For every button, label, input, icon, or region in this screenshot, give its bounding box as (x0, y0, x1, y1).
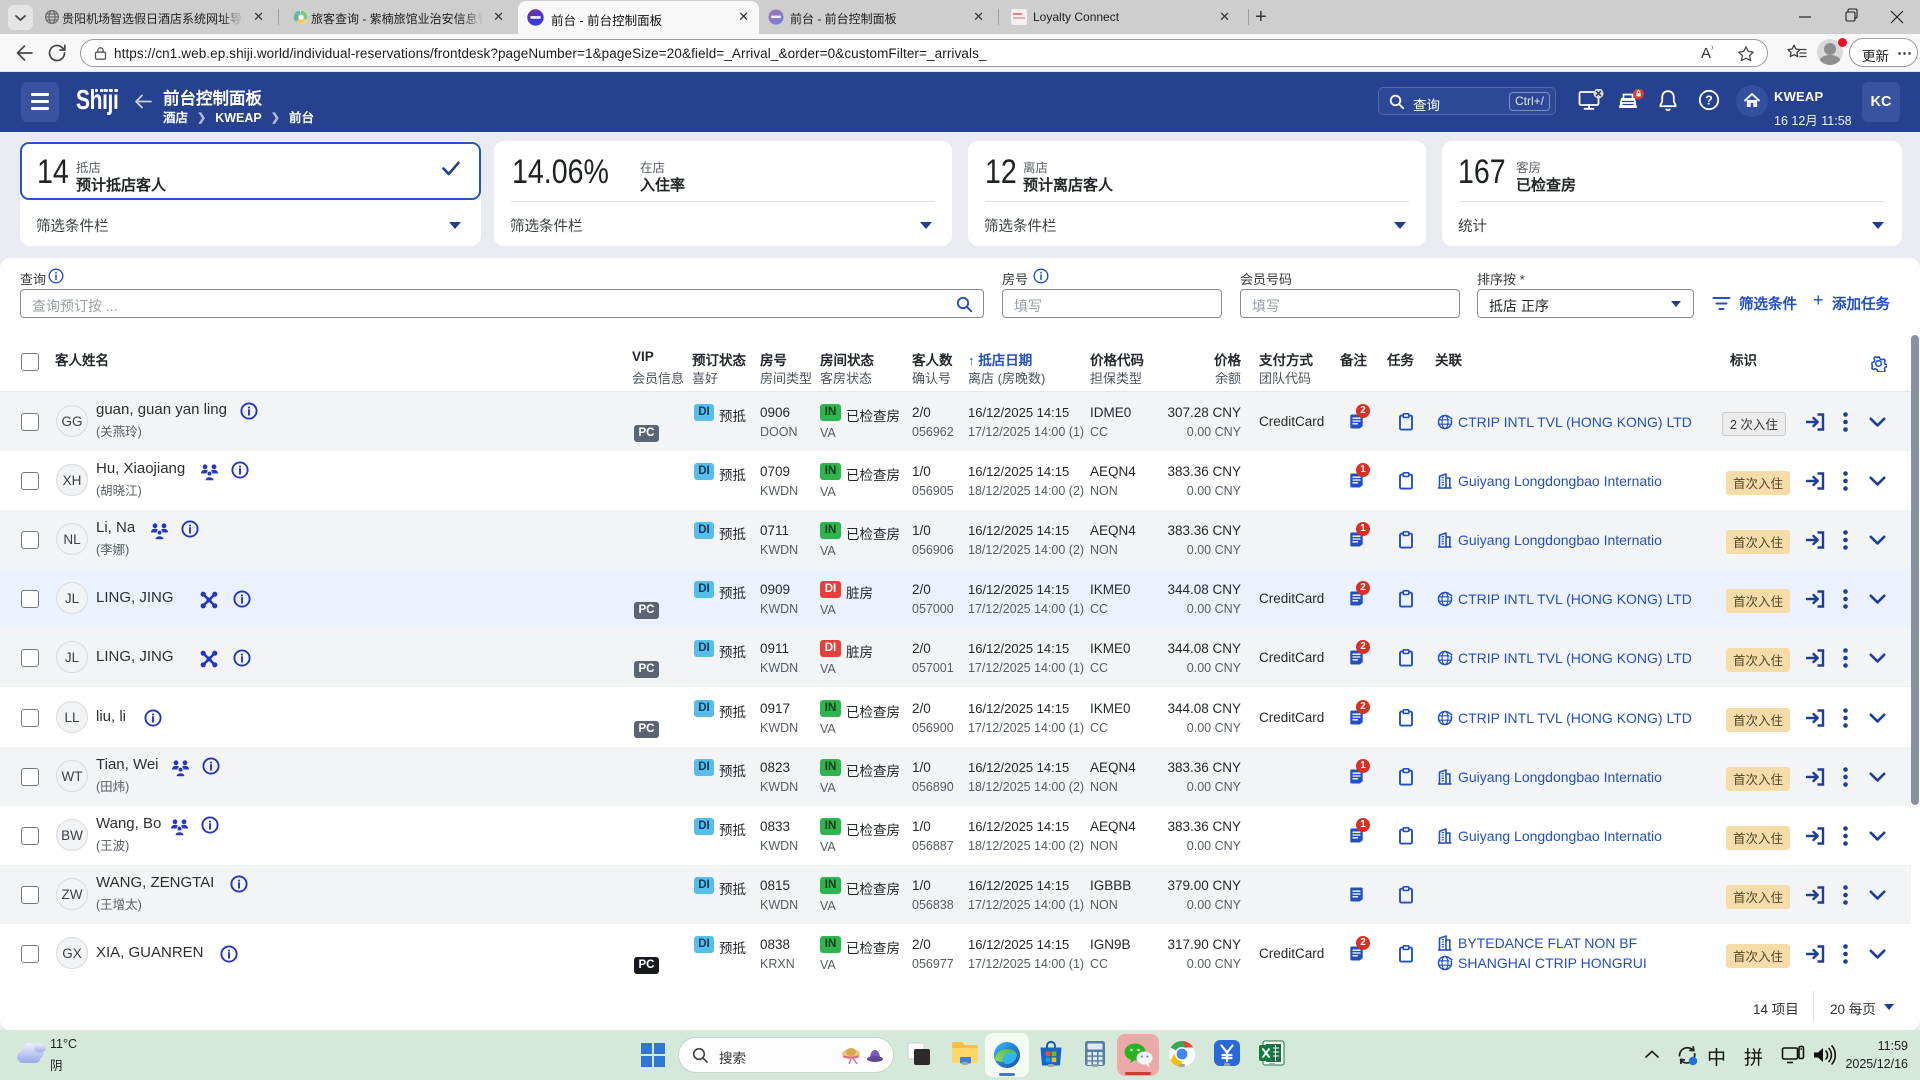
svg-text:?: ? (1705, 94, 1713, 108)
